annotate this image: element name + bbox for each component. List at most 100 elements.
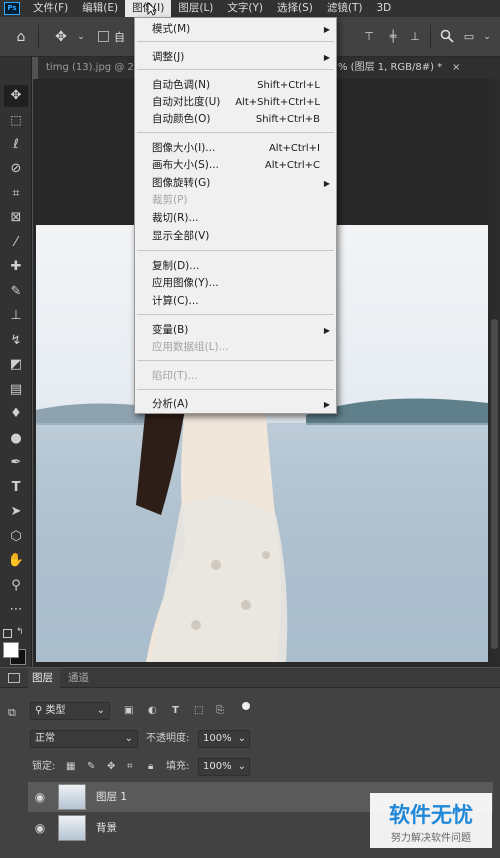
- menu-3d[interactable]: 3D: [369, 0, 398, 17]
- hand-tool-icon[interactable]: ✋: [4, 550, 28, 572]
- menu-item-auto-tone[interactable]: 自动色调(N) Shift+Ctrl+L: [135, 77, 336, 94]
- chevron-down-icon[interactable]: ⌄: [72, 29, 90, 45]
- frame-tool-icon[interactable]: ⊠: [4, 207, 28, 229]
- quick-select-tool-icon[interactable]: ⊘: [4, 158, 28, 180]
- chevron-down-icon[interactable]: ⌄: [478, 29, 496, 45]
- type-tool-icon[interactable]: T: [4, 477, 28, 499]
- healing-brush-icon[interactable]: ✚: [4, 256, 28, 278]
- lock-all-icon[interactable]: 🔒︎: [148, 759, 153, 775]
- filter-smart-object-icon[interactable]: ⎘: [216, 703, 224, 719]
- menu-item-calculations[interactable]: 计算(C)...: [135, 293, 336, 310]
- blur-tool-icon[interactable]: ♦: [4, 403, 28, 425]
- auto-select-checkbox[interactable]: [98, 31, 109, 42]
- vertical-scrollbar[interactable]: [489, 79, 500, 667]
- layer-thumbnail: [58, 784, 86, 810]
- menu-separator: [137, 314, 334, 315]
- shape-tool-icon[interactable]: ⬡: [4, 526, 28, 548]
- menu-item-adjustments[interactable]: 调整(J) ▶: [135, 49, 336, 66]
- lock-position-icon[interactable]: ✥: [107, 759, 115, 775]
- layer-filter-select[interactable]: ⚲ 类型 ⌄: [30, 702, 110, 720]
- filter-shape-icon[interactable]: ⬚: [194, 703, 203, 719]
- home-icon[interactable]: ⌂: [12, 29, 30, 45]
- align-bottom-icon[interactable]: ⊥: [406, 29, 424, 45]
- history-brush-icon[interactable]: ↯: [4, 330, 28, 352]
- blend-mode-select[interactable]: 正常 ⌄: [30, 730, 138, 748]
- menu-item-auto-color[interactable]: 自动颜色(O) Shift+Ctrl+B: [135, 111, 336, 128]
- filter-toggle-icon[interactable]: [242, 702, 250, 716]
- menu-item-variables[interactable]: 变量(B) ▶: [135, 322, 336, 339]
- menu-filter[interactable]: 滤镜(T): [320, 0, 370, 17]
- eraser-tool-icon[interactable]: ◩: [4, 354, 28, 376]
- tab-channels[interactable]: 通道: [68, 668, 89, 688]
- path-select-icon[interactable]: ➤: [4, 501, 28, 523]
- eyedropper-tool-icon[interactable]: ⁄: [4, 232, 28, 254]
- chevron-down-icon: ⌄: [237, 761, 246, 772]
- image-menu-dropdown: 模式(M) ▶ 调整(J) ▶ 自动色调(N) Shift+Ctrl+L 自动对比度(…: [134, 17, 337, 414]
- tools-panel: ✥ ⬚ ℓ ⊘ ⌗ ⊠ ⁄ ✚ ✎ ⊥ ↯ ◩ ▤ ♦ ● ✒ T ➤ ⬡ ✋ …: [0, 57, 32, 667]
- align-top-icon[interactable]: ⊤: [360, 29, 378, 45]
- scrollbar-thumb[interactable]: [491, 319, 498, 649]
- menu-separator: [137, 132, 334, 133]
- lock-transparent-icon[interactable]: ▦: [66, 759, 75, 775]
- fill-input[interactable]: 100% ⌄: [198, 758, 250, 776]
- document-tab[interactable]: timg (13).jpg @ 2: [46, 57, 142, 79]
- submenu-arrow-icon: ▶: [323, 25, 330, 34]
- menu-item-mode[interactable]: 模式(M) ▶: [135, 21, 336, 38]
- menu-item-analysis[interactable]: 分析(A) ▶: [135, 396, 336, 413]
- lasso-tool-icon[interactable]: ℓ: [4, 134, 28, 156]
- mouse-cursor-icon: [147, 2, 158, 16]
- menu-item-reveal-all[interactable]: 显示全部(V): [135, 228, 336, 245]
- menu-item-crop: 裁剪(P): [152, 194, 188, 206]
- menu-item-image-rotation[interactable]: 图像旋转(G) ▶: [135, 175, 336, 192]
- gradient-tool-icon[interactable]: ▤: [4, 379, 28, 401]
- menu-file[interactable]: 文件(F): [26, 0, 75, 17]
- pen-tool-icon[interactable]: ✒: [4, 452, 28, 474]
- opacity-input[interactable]: 100% ⌄: [198, 730, 250, 748]
- menu-edit[interactable]: 编辑(E): [75, 0, 125, 17]
- move-icon[interactable]: ✥: [52, 29, 70, 45]
- foreground-color-swatch[interactable]: [3, 642, 19, 658]
- layer-thumbnail: [58, 815, 86, 841]
- menu-item-trim[interactable]: 裁切(R)...: [135, 210, 336, 227]
- move-tool-icon[interactable]: ✥: [4, 85, 28, 107]
- more-tools-icon[interactable]: ⋯: [4, 599, 28, 621]
- workspace-icon[interactable]: ▭: [460, 29, 478, 45]
- dodge-tool-icon[interactable]: ●: [4, 428, 28, 450]
- watermark: 软件无忧 努力解决软件问题: [370, 793, 492, 848]
- crop-tool-icon[interactable]: ⌗: [4, 183, 28, 205]
- menu-item-auto-contrast[interactable]: 自动对比度(U) Alt+Shift+Ctrl+L: [135, 94, 336, 111]
- menu-item-canvas-size[interactable]: 画布大小(S)... Alt+Ctrl+C: [135, 157, 336, 174]
- tab-layers[interactable]: 图层: [28, 668, 60, 688]
- menu-item-duplicate[interactable]: 复制(D)...: [135, 258, 336, 275]
- marquee-tool-icon[interactable]: ⬚: [4, 109, 28, 131]
- panel-icon: [8, 673, 20, 683]
- submenu-arrow-icon: ▶: [323, 179, 330, 188]
- align-middle-icon[interactable]: ╪: [384, 29, 402, 45]
- menu-type[interactable]: 文字(Y): [220, 0, 270, 17]
- layer-panel-options-icon[interactable]: ⧉: [8, 706, 22, 719]
- eye-icon[interactable]: ◉: [32, 813, 48, 843]
- search-icon[interactable]: [438, 29, 456, 45]
- menu-separator: [137, 250, 334, 251]
- chevron-down-icon: ⌄: [124, 733, 133, 744]
- eye-icon[interactable]: ◉: [32, 782, 48, 812]
- menu-item-image-size[interactable]: 图像大小(I)... Alt+Ctrl+I: [135, 140, 336, 157]
- menu-separator: [137, 69, 334, 70]
- filter-adjustment-icon[interactable]: ◐: [148, 703, 157, 719]
- stamp-tool-icon[interactable]: ⊥: [4, 305, 28, 327]
- default-colors-icon[interactable]: [3, 629, 12, 638]
- menu-item-apply-data-set: 应用数据组(L)...: [152, 341, 229, 353]
- divider: [38, 25, 39, 49]
- swap-colors-icon[interactable]: ↰: [16, 627, 24, 637]
- lock-artboard-icon[interactable]: ⌗: [127, 759, 133, 775]
- menu-layer[interactable]: 图层(L): [171, 0, 220, 17]
- brush-tool-icon[interactable]: ✎: [4, 281, 28, 303]
- menu-select[interactable]: 选择(S): [270, 0, 320, 17]
- zoom-tool-icon[interactable]: ⚲: [4, 575, 28, 597]
- filter-pixel-icon[interactable]: ▣: [124, 703, 133, 719]
- filter-type-icon[interactable]: T: [172, 703, 179, 719]
- close-tab-icon[interactable]: ×: [452, 57, 464, 79]
- lock-brush-icon[interactable]: ✎: [87, 759, 95, 775]
- document-tab-active[interactable]: % (图层 1, RGB/8#) *: [338, 57, 466, 79]
- menu-item-apply-image[interactable]: 应用图像(Y)...: [135, 275, 336, 292]
